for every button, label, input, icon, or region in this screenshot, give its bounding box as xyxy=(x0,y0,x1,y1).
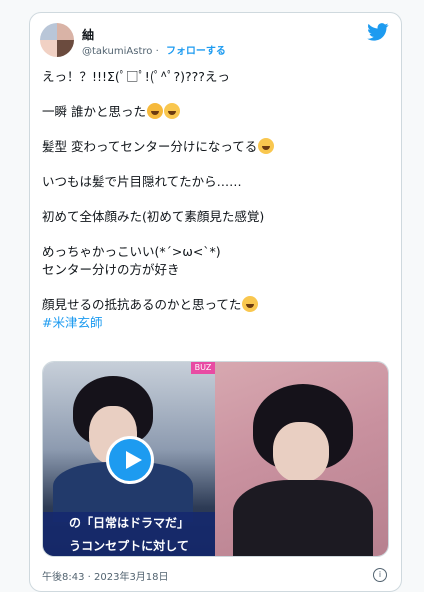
handle-row: @takumiAstro · フォローする xyxy=(82,42,226,57)
video-caption-line1: の「日常はドラマだ」 xyxy=(43,512,215,534)
laughing-emoji-icon xyxy=(163,103,180,119)
play-icon[interactable] xyxy=(106,436,154,484)
corner-tag: BUZ xyxy=(191,362,215,374)
avatar[interactable] xyxy=(40,23,74,57)
photo-jacket-shape xyxy=(233,480,373,556)
star-struck-emoji-icon xyxy=(146,103,163,119)
user-handle[interactable]: @takumiAstro xyxy=(82,46,152,57)
sweat-smile-emoji-icon xyxy=(242,296,259,312)
tweet-text: えっ！？!!!Σ(ﾟ□ﾟ!(ﾟ^ﾟ?)???えっ 一瞬 誰かと思った 髪型 変わ… xyxy=(42,68,387,332)
photo-thumbnail[interactable] xyxy=(215,362,388,556)
video-thumbnail[interactable]: BUZ の「日常はドラマだ」 うコンセプトに対して xyxy=(43,362,215,556)
tweet-line: センター分けの方が好き xyxy=(42,262,180,277)
photo-face-shape xyxy=(273,422,329,482)
tweet-line: 一瞬 誰かと思った xyxy=(42,103,387,121)
tweet-line: えっ！？!!!Σ(ﾟ□ﾟ!(ﾟ^ﾟ?)???えっ xyxy=(42,69,230,84)
tweet-line: 髪型 変わってセンター分けになってる xyxy=(42,138,387,156)
follow-button[interactable]: フォローする xyxy=(166,46,226,57)
hashtag-link[interactable]: #米津玄師 xyxy=(42,314,387,332)
info-icon[interactable]: i xyxy=(373,568,387,582)
laughing-emoji-icon xyxy=(258,138,275,154)
user-name[interactable]: 紬 xyxy=(82,26,94,43)
tweet-line: 初めて全体顔みた(初めて素顔見た感覚) xyxy=(42,209,265,224)
separator-dot: · xyxy=(155,46,159,57)
tweet-line: いつもは髪で片目隠れてたから…… xyxy=(42,174,242,189)
tweet-line: めっちゃかっこいい(*´>ω<`*) xyxy=(42,244,221,259)
tweet-card: 紬 @takumiAstro · フォローする えっ！？!!!Σ(ﾟ□ﾟ!(ﾟ^… xyxy=(29,12,402,592)
tweet-timestamp[interactable]: 午後8:43 · 2023年3月18日 xyxy=(42,568,169,583)
tweet-line: 顔見せるの抵抗あるのかと思ってた xyxy=(42,296,387,314)
media-grid[interactable]: BUZ の「日常はドラマだ」 うコンセプトに対して xyxy=(42,361,389,557)
video-caption-line2: うコンセプトに対して xyxy=(43,534,215,556)
twitter-bird-icon[interactable] xyxy=(367,23,389,41)
